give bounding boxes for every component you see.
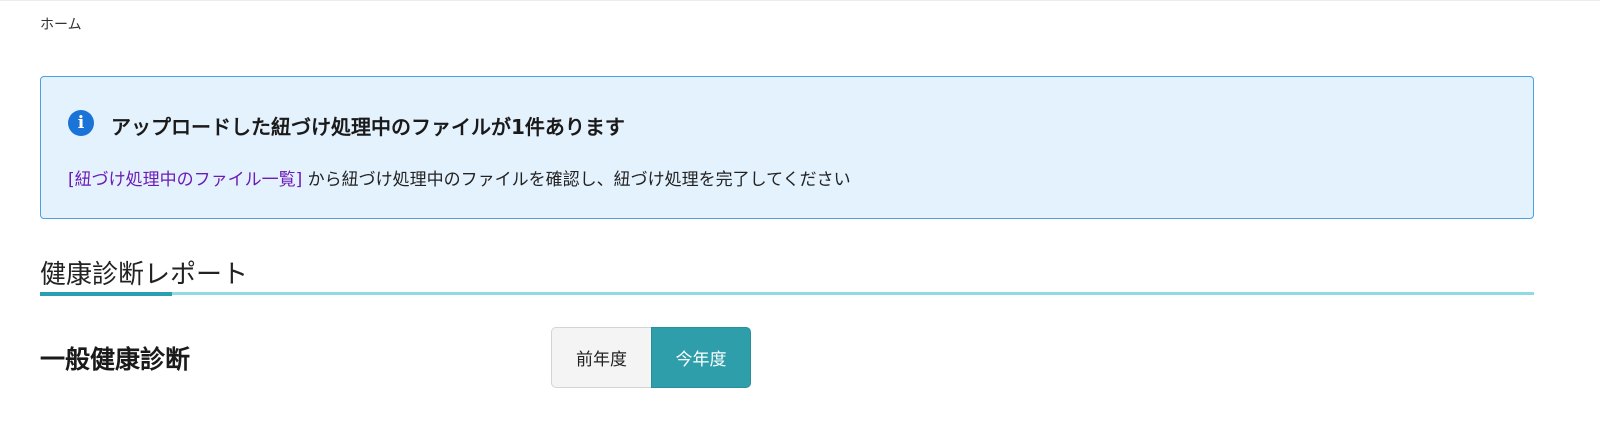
alert-body-text: から紐づけ処理中のファイルを確認し、紐づけ処理を完了してください (302, 170, 851, 190)
breadcrumb: ホーム (40, 14, 82, 34)
breadcrumb-home[interactable]: ホーム (40, 17, 82, 33)
section-divider (40, 292, 1534, 295)
current-year-button[interactable]: 今年度 (651, 327, 751, 388)
subsection-title: 一般健康診断 (40, 345, 191, 374)
previous-year-button[interactable]: 前年度 (551, 327, 651, 388)
pending-files-link[interactable]: [紐づけ処理中のファイル一覧] (68, 170, 302, 190)
alert-title: アップロードした紐づけ処理中のファイルが1件あります (111, 115, 625, 139)
section-title: 健康診断レポート (40, 260, 249, 290)
section-divider-accent (40, 292, 172, 296)
year-toggle: 前年度 今年度 (551, 327, 751, 388)
info-alert: i アップロードした紐づけ処理中のファイルが1件あります [紐づけ処理中のファイ… (40, 76, 1534, 219)
info-icon: i (68, 110, 94, 136)
alert-body: [紐づけ処理中のファイル一覧] から紐づけ処理中のファイルを確認し、紐づけ処理を… (68, 165, 851, 190)
top-divider (0, 0, 1600, 1)
